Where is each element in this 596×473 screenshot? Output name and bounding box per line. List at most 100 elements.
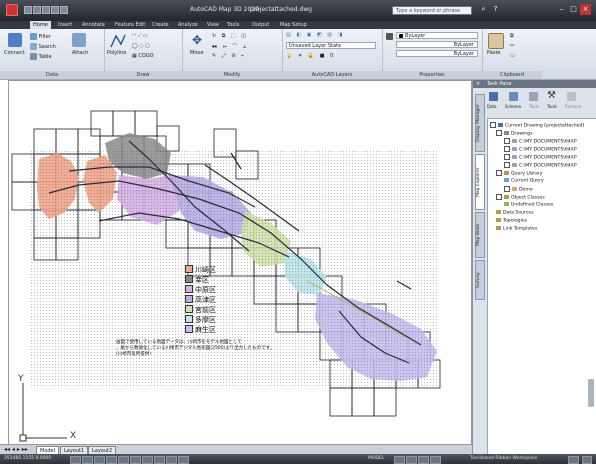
properties-panel-label: Properties: [382, 71, 482, 79]
tree-node-object-classes[interactable]: Object Classes: [496, 194, 545, 201]
tab-output[interactable]: Output: [252, 22, 269, 28]
layer-properties-icon[interactable]: ▤ ◧ ▣ ◩ ▥ ◨: [286, 32, 344, 38]
polar-toggle[interactable]: [106, 456, 117, 464]
color-dropdown[interactable]: ByLayer: [396, 32, 478, 39]
erase-icon[interactable]: ✎ ⤢ ⊘ ⌁: [212, 53, 246, 59]
ducs-toggle[interactable]: [142, 456, 153, 464]
tree-node-drawing-file[interactable]: C:\MY DOCUMENTS\64AP: [504, 162, 577, 169]
tree-node-undefined-classes[interactable]: Undefined Classes: [504, 202, 553, 208]
tree-node-query-library[interactable]: Query Library: [496, 170, 542, 177]
attach-icon[interactable]: [72, 33, 86, 47]
minimize-button[interactable]: –: [556, 4, 567, 15]
model-space-button[interactable]: MODEL: [368, 456, 384, 461]
tab-display-manager[interactable]: Display Manager: [475, 94, 485, 152]
steering-wheel-icon[interactable]: [418, 456, 429, 464]
connect-icon[interactable]: [8, 33, 22, 47]
tree-node-drawings[interactable]: Drawings: [496, 130, 533, 137]
tab-tools[interactable]: Tools: [227, 22, 239, 28]
close-pane-icon[interactable]: ×: [476, 81, 480, 87]
tree-node-drawing-file[interactable]: C:\MY DOCUMENTS\64AP: [504, 154, 577, 161]
cogo-button[interactable]: COGO: [138, 53, 153, 59]
search-icon[interactable]: ⌕: [478, 4, 489, 15]
layer-state-dropdown[interactable]: Unsaved Layer State: [286, 42, 376, 49]
tree-node-current-drawing[interactable]: Current Drawing [projectattached]: [490, 122, 584, 129]
tab-view[interactable]: View: [207, 22, 219, 28]
tree-scrollbar[interactable]: [588, 379, 594, 407]
tab-scroll-first-icon[interactable]: ◂◂ ◂ ▸ ▸▸: [4, 446, 28, 453]
tree-node-data-sources[interactable]: Data Sources: [496, 210, 534, 216]
data-tool-icon[interactable]: [489, 92, 498, 101]
filter-button[interactable]: Filter: [39, 34, 51, 40]
tree-node-topologies[interactable]: Topologies: [496, 218, 527, 224]
lock-icon[interactable]: [568, 456, 579, 464]
linetype-dropdown[interactable]: ByLayer: [396, 41, 478, 48]
paste-button[interactable]: Paste: [487, 50, 501, 56]
search-button[interactable]: Search: [39, 44, 56, 50]
remove-icon[interactable]: [567, 92, 576, 101]
otrack-toggle[interactable]: [130, 456, 141, 464]
maximize-button[interactable]: □: [568, 4, 579, 15]
tab-home[interactable]: Home: [30, 21, 51, 29]
grid-toggle[interactable]: [82, 456, 93, 464]
move-button[interactable]: Move: [190, 50, 203, 56]
showmotion-icon[interactable]: [430, 456, 441, 464]
workspace-switcher[interactable]: Tool-based Ribbon Workspace: [470, 456, 537, 461]
cut-icon[interactable]: ✂: [510, 43, 514, 49]
tree-node-drawing-file[interactable]: C:\MY DOCUMENTS\64AP: [504, 146, 577, 153]
tab-analyze[interactable]: Analyze: [178, 22, 198, 28]
map-drawing[interactable]: [9, 81, 471, 445]
copy-icon[interactable]: ⧉: [510, 33, 514, 39]
snap-toggle[interactable]: [70, 456, 81, 464]
osnap-toggle[interactable]: [118, 456, 129, 464]
qat-undo-icon[interactable]: [51, 6, 59, 14]
dyn-toggle[interactable]: [154, 456, 165, 464]
clean-screen-icon[interactable]: [582, 456, 592, 464]
circle-icon[interactable]: ◯ ◌ ▢: [132, 43, 150, 49]
match-properties-icon[interactable]: [386, 33, 393, 40]
tab-map-setup[interactable]: Map Setup: [280, 22, 307, 28]
table-button[interactable]: Table: [39, 54, 52, 60]
hatch-icon[interactable]: ▦: [132, 53, 137, 59]
qp-toggle[interactable]: [178, 456, 189, 464]
qat-new-icon[interactable]: [24, 6, 32, 14]
pan-icon[interactable]: [394, 456, 405, 464]
move-icon[interactable]: ✥: [190, 33, 204, 47]
help-icon[interactable]: ?: [490, 4, 501, 15]
tree-node-drawing-file[interactable]: C:\MY DOCUMENTS\64AP: [504, 138, 577, 145]
tab-feature-edit[interactable]: Feature Edit: [115, 22, 145, 28]
qat-save-icon[interactable]: [42, 6, 50, 14]
drawing-canvas[interactable]: 川崎区 幸区 中原区 高津区 宮前区 多摩区 麻生区 画面で使用している地図デー…: [8, 80, 472, 446]
help-search-input[interactable]: Type a keyword or phrase: [392, 6, 472, 15]
polyline-icon[interactable]: [110, 33, 126, 49]
attach-button[interactable]: Attach: [72, 50, 88, 56]
tab-survey[interactable]: Survey: [475, 260, 485, 300]
tools-icon[interactable]: [529, 92, 538, 101]
tab-annotate[interactable]: Annotate: [82, 22, 105, 28]
tab-create[interactable]: Create: [152, 22, 169, 28]
wrench-icon[interactable]: ⚒: [547, 90, 556, 101]
layer-on-icon[interactable]: 💡 ☀ 🔓 ■ 0: [286, 53, 335, 59]
tab-map-explorer[interactable]: Map Explorer: [475, 154, 485, 210]
copy-clip-icon[interactable]: ▭: [510, 53, 515, 59]
mirror-icon[interactable]: ⧓ ⇔ ⌒ ⟂: [212, 43, 248, 50]
lwt-toggle[interactable]: [166, 456, 177, 464]
ortho-toggle[interactable]: [94, 456, 105, 464]
connect-button[interactable]: Connect: [4, 50, 25, 56]
app-menu-button[interactable]: [6, 4, 18, 16]
rotate-icon[interactable]: ↻ ⧉ ⬚ ◫: [212, 33, 248, 39]
qat-redo-icon[interactable]: [60, 6, 68, 14]
schema-tool-icon[interactable]: [509, 92, 518, 101]
polyline-button[interactable]: Polyline: [107, 50, 126, 56]
close-button[interactable]: ×: [580, 4, 591, 15]
tree-node-link-templates[interactable]: Link Templates: [496, 226, 537, 232]
tree-node-demo[interactable]: Demo: [504, 186, 533, 193]
tree-node-current-query[interactable]: Current Query: [504, 178, 544, 184]
zoom-icon[interactable]: [406, 456, 417, 464]
tab-insert[interactable]: Insert: [58, 22, 72, 28]
ribbon: Connect Filter Search Table Attach Data …: [0, 29, 596, 80]
paste-icon[interactable]: [488, 33, 504, 49]
arc-icon[interactable]: ◠ ⟋ ▭: [132, 33, 148, 39]
lineweight-dropdown[interactable]: ByLayer: [396, 50, 478, 57]
tab-map-book[interactable]: Map Book: [475, 212, 485, 258]
qat-open-icon[interactable]: [33, 6, 41, 14]
